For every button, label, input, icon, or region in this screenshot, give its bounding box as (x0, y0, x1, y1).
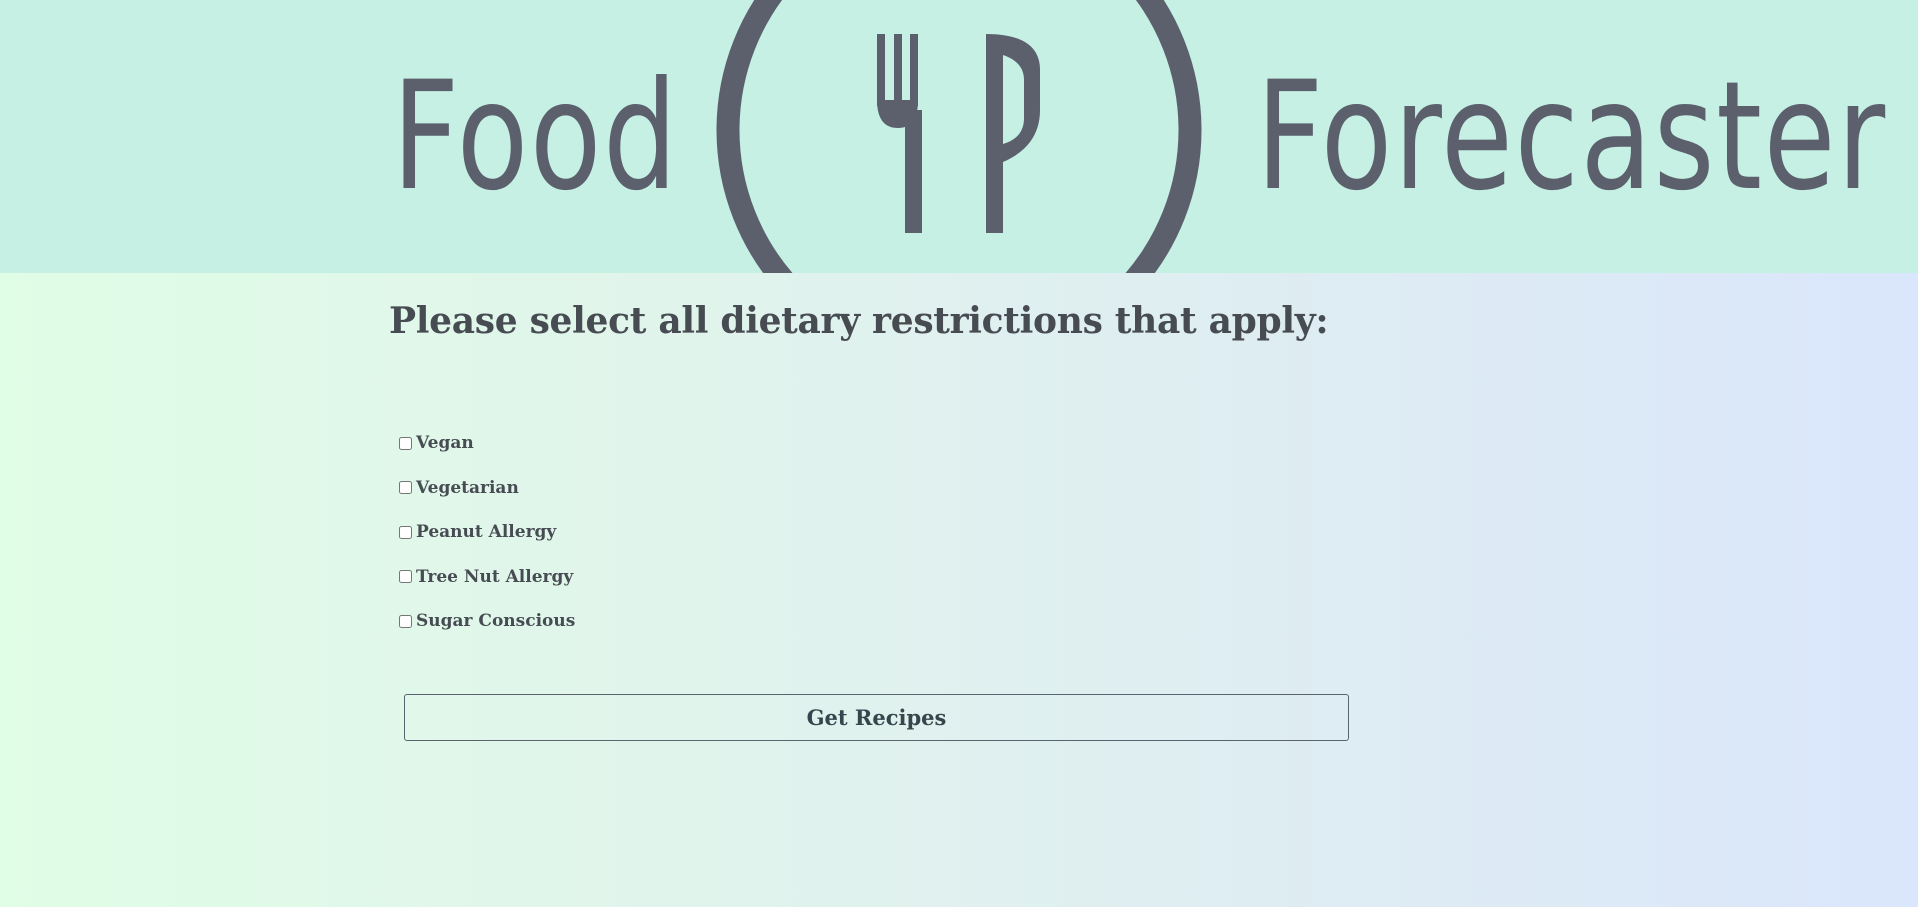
vegetarian-checkbox[interactable] (399, 481, 412, 495)
logo-word-forecaster: Forecaster (1256, 50, 1887, 224)
get-recipes-button[interactable]: Get Recipes (404, 694, 1349, 741)
peanut-allergy-checkbox[interactable] (399, 525, 412, 539)
page-title: Please select all dietary restrictions t… (389, 300, 1329, 342)
peanut-allergy-label[interactable]: Peanut Allergy (416, 522, 556, 542)
dietary-options-list: Vegan Vegetarian Peanut Allergy Tree Nut… (398, 421, 575, 644)
option-vegetarian: Vegetarian (398, 466, 575, 511)
sugar-conscious-checkbox[interactable] (399, 614, 412, 628)
option-peanut-allergy: Peanut Allergy (398, 510, 575, 555)
option-vegan: Vegan (398, 421, 575, 466)
option-tree-nut-allergy: Tree Nut Allergy (398, 555, 575, 600)
vegan-checkbox[interactable] (399, 436, 412, 450)
vegan-label[interactable]: Vegan (416, 433, 474, 453)
tree-nut-allergy-label[interactable]: Tree Nut Allergy (416, 567, 573, 587)
header-banner: Food Forecaster (0, 0, 1918, 273)
option-sugar-conscious: Sugar Conscious (398, 599, 575, 644)
sugar-conscious-label[interactable]: Sugar Conscious (416, 611, 575, 631)
vegetarian-label[interactable]: Vegetarian (416, 478, 519, 498)
tree-nut-allergy-checkbox[interactable] (399, 570, 412, 584)
